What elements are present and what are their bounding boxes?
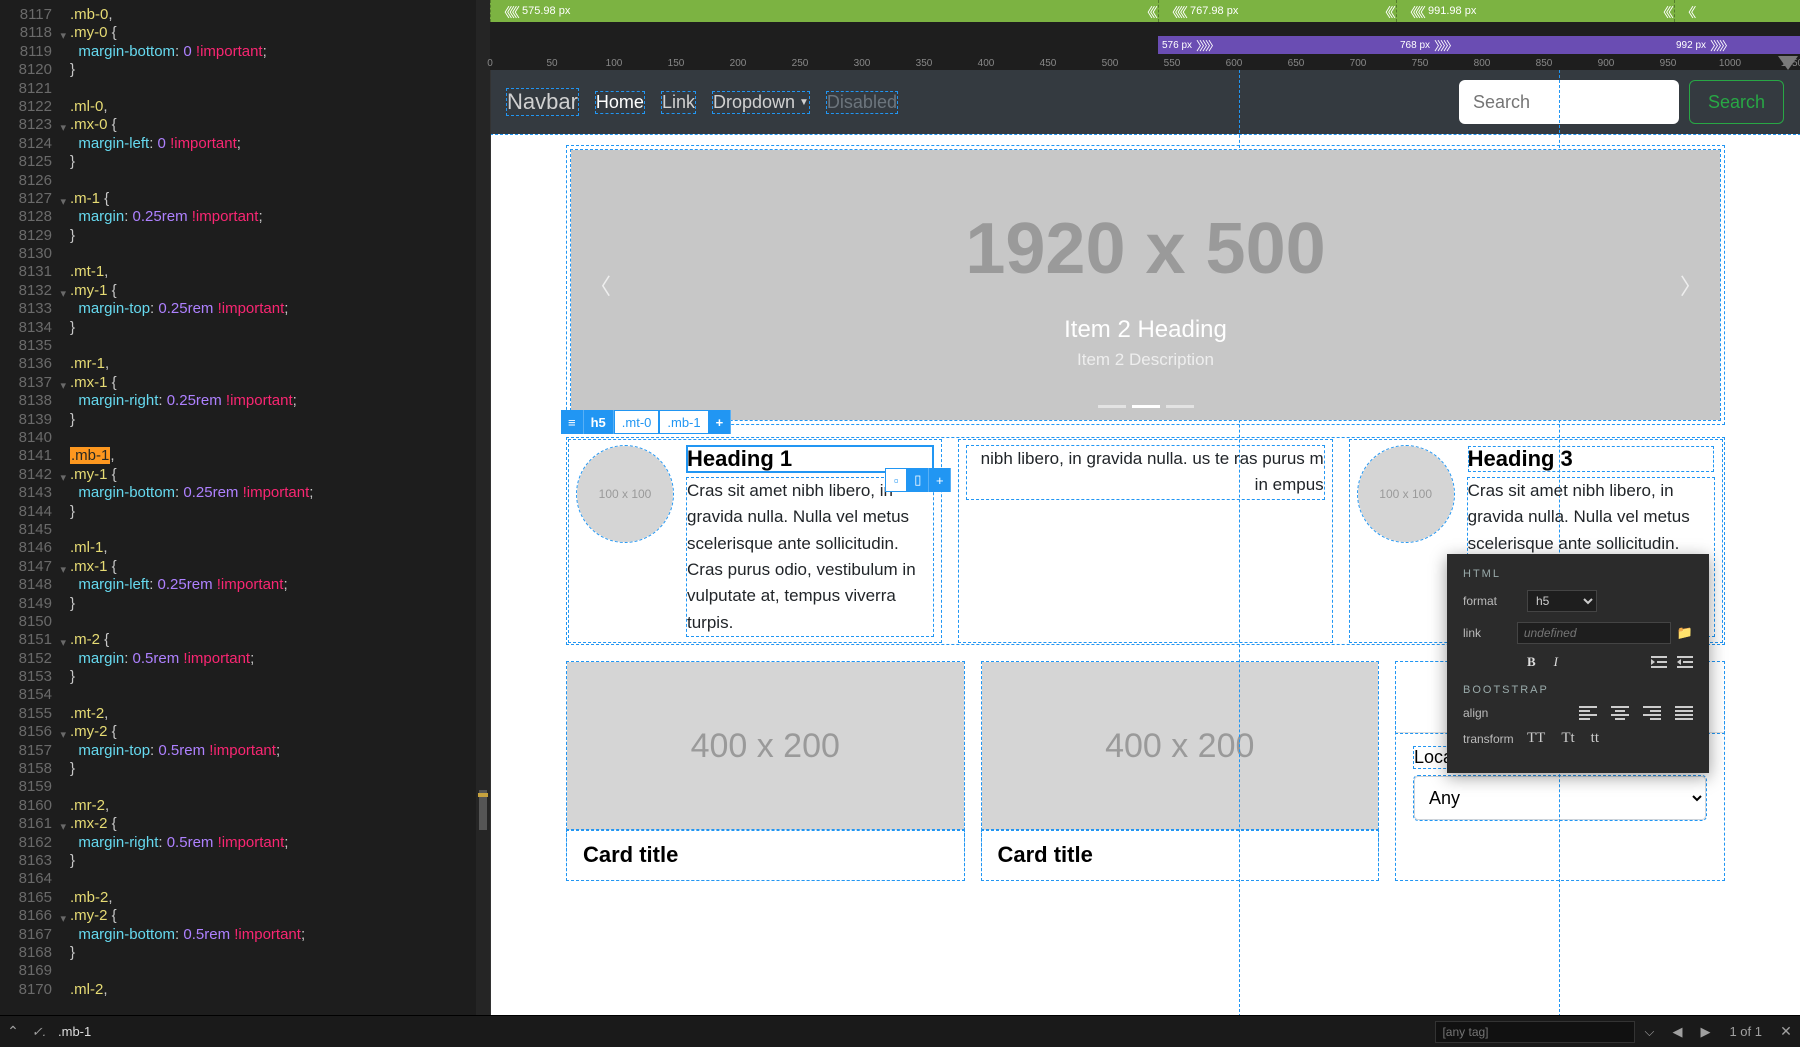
prev-result-icon[interactable]: ◀ (1663, 1024, 1691, 1040)
carousel-placeholder: 1920 x 500 (965, 208, 1325, 290)
close-search-icon[interactable]: ✕ (1772, 1023, 1800, 1040)
feature-image: 100 x 100 (577, 446, 673, 542)
format-select[interactable]: h5 (1527, 590, 1597, 612)
code-editor[interactable]: 8117.mb-0,8118▾.my-0 {8119 margin-bottom… (0, 0, 490, 1047)
lowercase-button[interactable]: tt (1591, 730, 1599, 747)
feature-card[interactable]: nibh libero, in gravida nulla. us te ras… (959, 440, 1331, 642)
navbar-search-input[interactable] (1459, 80, 1679, 124)
col-shrink-icon[interactable]: ▫ (885, 468, 907, 492)
navbar-search-button[interactable]: Search (1689, 80, 1784, 124)
align-label: align (1463, 706, 1527, 720)
search-result-count: 1 of 1 (1719, 1024, 1772, 1039)
indent-icon[interactable] (1677, 655, 1693, 669)
col-grow-icon[interactable]: ▯ (907, 468, 929, 492)
image-card[interactable]: 400 x 200 Card title (567, 662, 964, 880)
regex-toggle-icon[interactable]: ✓. (26, 1024, 52, 1040)
feature-text: nibh libero, in gravida nulla. us te ras… (967, 446, 1323, 499)
properties-popover[interactable]: HTML format h5 link 📁 B I (1447, 554, 1709, 773)
link-label: link (1463, 626, 1517, 640)
search-dropdown-icon[interactable]: ⌵ (1635, 1024, 1663, 1040)
folder-icon[interactable]: 📁 (1677, 625, 1693, 641)
align-center-icon[interactable] (1611, 706, 1629, 720)
feature-card[interactable]: 100 x 100 Heading 1 ≡ h5 .mt-0 .mb-1 + ▫ (569, 440, 941, 642)
navbar-brand[interactable]: Navbar (507, 89, 578, 115)
uppercase-button[interactable]: TT (1527, 730, 1545, 747)
feature-text: Cras sit amet nibh libero, in gravida nu… (687, 478, 933, 636)
italic-button[interactable]: I (1554, 654, 1558, 670)
align-left-icon[interactable] (1579, 706, 1597, 720)
carousel[interactable]: 1920 x 500 Item 2 Heading Item 2 Descrip… (571, 150, 1720, 420)
transform-label: transform (1463, 732, 1527, 746)
chevron-down-icon: ▼ (799, 97, 809, 108)
nav-link-dropdown[interactable]: Dropdown▼ (713, 92, 809, 113)
column-controls[interactable]: ▫ ▯ + (885, 468, 951, 492)
search-expand-icon[interactable]: ⌃ (0, 1023, 26, 1040)
location-select[interactable]: Any (1414, 776, 1706, 820)
selection-add-class[interactable]: + (709, 410, 732, 434)
card-title: Card title (567, 830, 964, 880)
selection-breadcrumb[interactable]: ≡ h5 .mt-0 .mb-1 + (561, 410, 731, 434)
next-result-icon[interactable]: ▶ (1691, 1024, 1719, 1040)
nav-link-home[interactable]: Home (596, 92, 644, 113)
carousel-description: Item 2 Description (1077, 350, 1214, 370)
selection-class[interactable]: .mb-1 (659, 410, 708, 434)
feature-heading[interactable]: Heading 3 (1468, 446, 1714, 472)
tag-filter-input[interactable] (1435, 1021, 1635, 1043)
link-input[interactable] (1517, 622, 1671, 644)
card-image: 400 x 200 (982, 662, 1379, 830)
search-input[interactable] (52, 1022, 512, 1041)
carousel-heading: Item 2 Heading (1064, 316, 1227, 344)
search-footer: ⌃ ✓. ⌵ ◀ ▶ 1 of 1 ✕ (0, 1015, 1800, 1047)
card-image: 400 x 200 (567, 662, 964, 830)
selection-tag[interactable]: h5 (584, 410, 614, 434)
popover-section-bootstrap: BOOTSTRAP (1463, 684, 1693, 696)
viewport-resize-handle[interactable] (1778, 56, 1798, 70)
align-right-icon[interactable] (1643, 706, 1661, 720)
design-canvas: 〈〈〈〈〈575.98 px〈〈〈〈〈〈〈〈767.98 px〈〈〈〈〈〈〈〈9… (490, 0, 1800, 1047)
capitalize-button[interactable]: Tt (1561, 730, 1574, 747)
feature-image: 100 x 100 (1358, 446, 1454, 542)
carousel-indicators[interactable] (1098, 405, 1194, 408)
popover-section-html: HTML (1463, 568, 1693, 580)
selection-menu-icon[interactable]: ≡ (561, 410, 584, 434)
carousel-next-icon[interactable]: 〉 (1670, 259, 1712, 311)
bold-button[interactable]: B (1527, 654, 1536, 670)
nav-link-link[interactable]: Link (662, 92, 695, 113)
preview-navbar: Navbar Home Link Dropdown▼ Disabled Sear… (491, 70, 1800, 134)
outdent-icon[interactable] (1651, 655, 1667, 669)
image-card[interactable]: 400 x 200 Card title (982, 662, 1379, 880)
breakpoint-bar[interactable]: 〈〈〈〈〈575.98 px〈〈〈〈〈〈〈〈767.98 px〈〈〈〈〈〈〈〈9… (490, 0, 1800, 70)
format-label: format (1463, 594, 1527, 608)
selection-class[interactable]: .mt-0 (614, 410, 660, 434)
col-add-icon[interactable]: + (929, 468, 951, 492)
align-justify-icon[interactable] (1675, 706, 1693, 720)
nav-link-disabled: Disabled (827, 92, 897, 113)
carousel-container: 1920 x 500 Item 2 Heading Item 2 Descrip… (567, 146, 1724, 424)
card-title: Card title (982, 830, 1379, 880)
editor-scrollbar[interactable] (476, 0, 490, 1015)
carousel-prev-icon[interactable]: 〈 (579, 259, 621, 311)
